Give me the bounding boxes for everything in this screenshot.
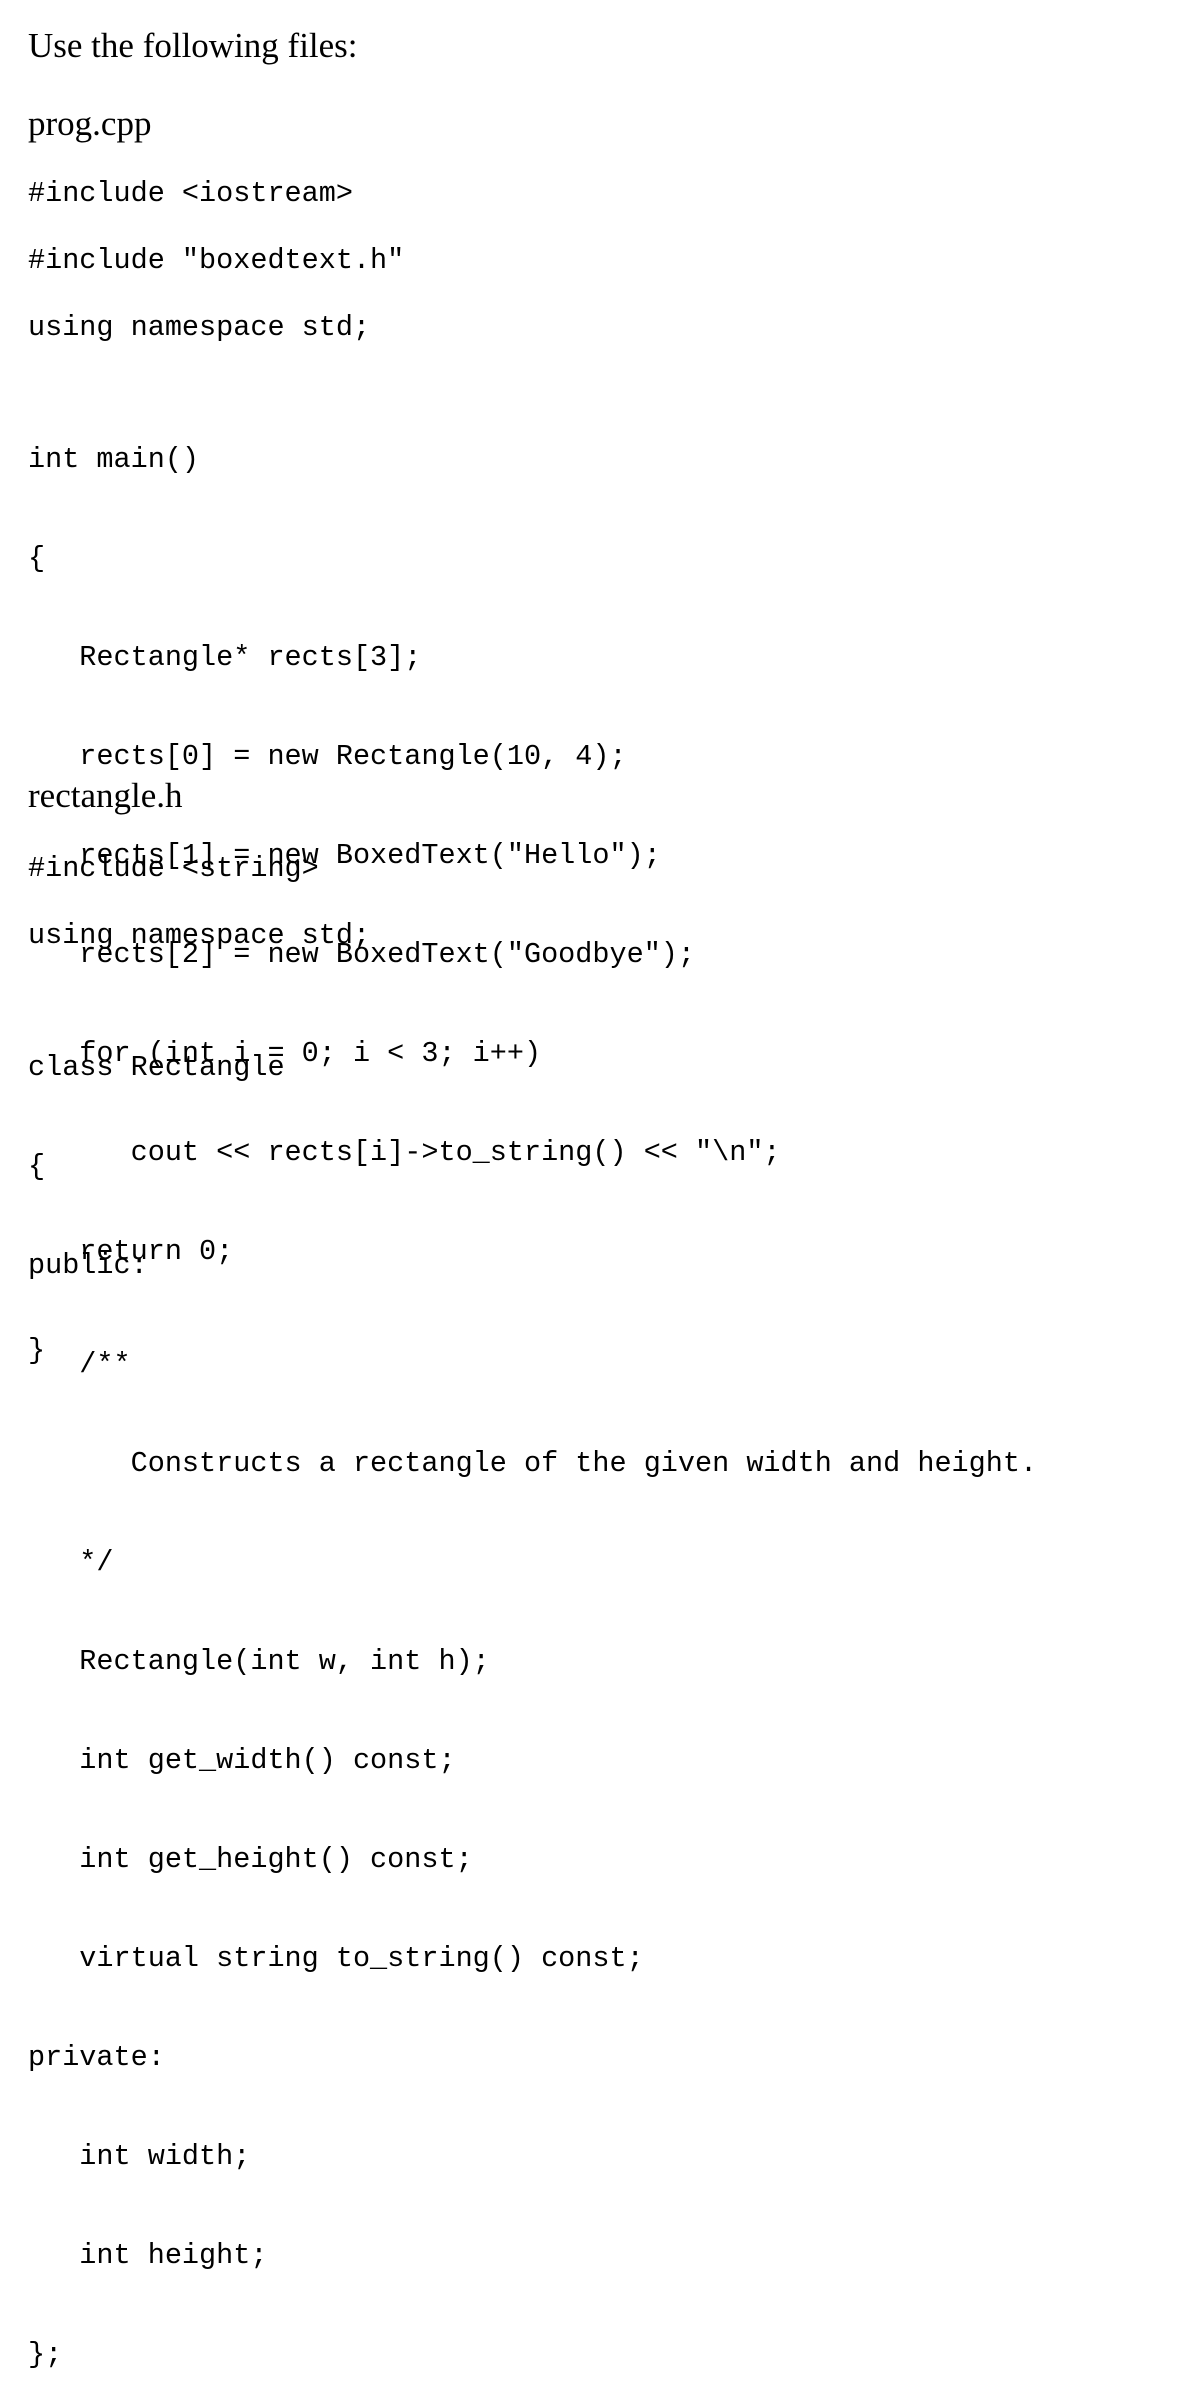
code-line: { <box>28 1150 46 1183</box>
code-line: Rectangle(int w, int h); <box>28 1645 490 1678</box>
code-line: }; <box>28 2338 63 2371</box>
intro-text: Use the following files: <box>28 26 358 65</box>
code-line: int get_width() const; <box>28 1744 456 1777</box>
code-block-class: class Rectangle { public: /** Constructs… <box>28 985 1037 2404</box>
code-line: int get_height() const; <box>28 1843 473 1876</box>
code-line: int height; <box>28 2239 268 2272</box>
code-line: virtual string to_string() const; <box>28 1942 644 1975</box>
code-line: rects[0] = new Rectangle(10, 4); <box>28 740 627 773</box>
code-line: class Rectangle <box>28 1051 285 1084</box>
code-line: /** <box>28 1348 131 1381</box>
code-line: #include "boxedtext.h" <box>28 244 405 277</box>
code-line: #include <iostream> <box>28 177 353 210</box>
code-line: */ <box>28 1546 114 1579</box>
code-line: using namespace std; <box>28 311 371 344</box>
code-line: private: <box>28 2041 165 2074</box>
code-line: int main() <box>28 443 200 476</box>
code-line: #include <string> <box>28 852 319 885</box>
file-heading-rectangle-h: rectangle.h <box>28 776 183 815</box>
code-line: { <box>28 542 46 575</box>
code-line: int width; <box>28 2140 251 2173</box>
file-heading-prog-cpp: prog.cpp <box>28 104 152 143</box>
code-line: Rectangle* rects[3]; <box>28 641 422 674</box>
code-line: public: <box>28 1249 148 1282</box>
code-line: using namespace std; <box>28 919 371 952</box>
code-line: Constructs a rectangle of the given widt… <box>28 1447 1038 1480</box>
